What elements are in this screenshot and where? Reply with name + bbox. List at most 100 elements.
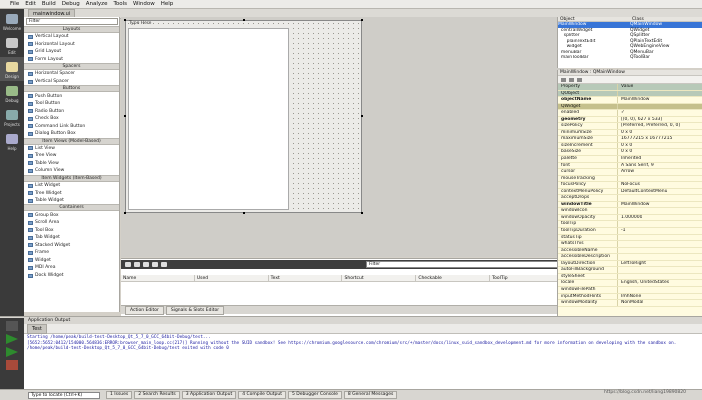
action-filter-input[interactable]: Filter (366, 261, 562, 268)
selection-handle[interactable] (124, 212, 126, 214)
property-value: 0 x 0 (621, 129, 633, 135)
mode-design[interactable]: Design (0, 57, 24, 81)
widget-category[interactable]: Item Widgets (Item-Based) (24, 174, 119, 182)
status-tab[interactable]: 2 Search Results (134, 391, 180, 399)
widget-item[interactable]: Grid Layout (24, 48, 119, 56)
property-value (618, 235, 621, 241)
debug-run-icon[interactable] (6, 347, 18, 357)
selection-handle[interactable] (361, 19, 363, 21)
selection-handle[interactable] (243, 19, 245, 21)
widget-category[interactable]: Item Views (Model-Based) (24, 137, 119, 145)
widget-item[interactable]: Push Button (24, 92, 119, 100)
widget-category[interactable]: Buttons (24, 85, 119, 93)
widget-item[interactable]: Group Box (24, 211, 119, 219)
widget-item[interactable]: Vertical Layout (24, 33, 119, 41)
widget-item[interactable]: Tool Button (24, 100, 119, 108)
widget-item[interactable]: Widget (24, 257, 119, 265)
widget-item[interactable]: Horizontal Spacer (24, 70, 119, 78)
delete-action-icon[interactable] (152, 262, 158, 267)
property-name: whatsThis (558, 241, 618, 247)
status-tab[interactable]: 1 Issues (106, 391, 133, 399)
widget-item[interactable]: List View (24, 145, 119, 153)
output-run-tab[interactable]: Test (27, 323, 47, 334)
mode-welcome[interactable]: Welcome (0, 9, 24, 33)
property-name: styleSheet (558, 273, 618, 280)
widget-category[interactable]: Containers (24, 204, 119, 212)
widget-item[interactable]: Table View (24, 160, 119, 168)
run-icon[interactable] (6, 334, 18, 344)
widget-item[interactable]: Dialog Button Box (24, 130, 119, 138)
menu-file[interactable]: File (10, 0, 19, 9)
property-row[interactable]: windowModality NonModal (558, 300, 702, 307)
central-widget-area[interactable] (128, 28, 289, 210)
mode-edit[interactable]: Edit (0, 33, 24, 57)
menu-edit[interactable]: Edit (25, 0, 36, 9)
widget-icon (28, 220, 33, 225)
widget-item[interactable]: Radio Button (24, 107, 119, 115)
status-tab[interactable]: 8 General Messages (343, 391, 398, 399)
widget-item[interactable]: Stacked Widget (24, 242, 119, 250)
mode-help[interactable]: Help (0, 129, 24, 153)
output-pane-label[interactable]: Application Output (28, 318, 70, 323)
widget-item-label: Dock Widget (35, 273, 64, 279)
widget-icon (28, 146, 33, 151)
selection-handle[interactable] (361, 115, 363, 117)
widget-item[interactable]: Vertical Spacer (24, 78, 119, 86)
widget-item[interactable]: Horizontal Layout (24, 41, 119, 49)
mode-projects[interactable]: Projects (0, 105, 24, 129)
menu-analyze[interactable]: Analyze (86, 0, 108, 9)
build-icon[interactable] (6, 360, 18, 370)
menu-help[interactable]: Help (161, 0, 174, 9)
widget-icon (28, 124, 33, 129)
menu-tools[interactable]: Tools (113, 0, 127, 9)
widget-item[interactable]: Check Box (24, 115, 119, 123)
widget-item[interactable]: Tree Widget (24, 189, 119, 197)
property-value: ImhNone (621, 293, 642, 299)
mode-debug[interactable]: Debug (0, 81, 24, 105)
widget-category[interactable]: Layouts (24, 26, 119, 33)
menu-type-here[interactable]: Type Here (129, 21, 151, 26)
widget-item[interactable]: List Widget (24, 182, 119, 190)
action-editor-tab[interactable]: Signals & Slots Editor (165, 305, 225, 315)
widget-item[interactable]: Column View (24, 167, 119, 175)
paste-action-icon[interactable] (143, 262, 149, 267)
widget-item[interactable]: Frame (24, 249, 119, 257)
widget-item[interactable]: Scroll Area (24, 219, 119, 227)
widget-icon (28, 235, 33, 240)
selection-handle[interactable] (361, 212, 363, 214)
add-property-icon[interactable] (569, 77, 574, 82)
selection-handle[interactable] (124, 115, 126, 117)
widget-item[interactable]: Command Link Button (24, 122, 119, 130)
selection-handle[interactable] (124, 19, 126, 21)
status-tab[interactable]: 5 Debugger Console (287, 391, 342, 399)
widget-item[interactable]: Tab Widget (24, 234, 119, 242)
widget-filter-input[interactable]: Filter (26, 18, 118, 25)
menu-window[interactable]: Window (133, 0, 155, 9)
locator-input[interactable]: Type to locate (Ctrl+K) (28, 391, 100, 399)
widget-item[interactable]: Form Layout (24, 56, 119, 64)
filter-icon[interactable] (561, 77, 566, 82)
widget-item[interactable]: Dock Widget (24, 272, 119, 280)
menu-debug[interactable]: Debug (62, 0, 80, 9)
mode-label: Design (5, 74, 19, 79)
widget-item[interactable]: MDI Area (24, 264, 119, 272)
property-name: windowOpacity (558, 214, 618, 221)
selection-handle[interactable] (243, 212, 245, 214)
widget-item[interactable]: Tool Box (24, 226, 119, 234)
widget-item-label: Tool Button (35, 101, 61, 107)
widget-icon (28, 109, 33, 114)
widget-category[interactable]: Spacers (24, 63, 119, 71)
new-action-icon[interactable] (125, 262, 131, 267)
action-editor-tab[interactable]: Action Editor (125, 305, 164, 315)
object-row[interactable]: mainToolBar QToolBar (558, 55, 702, 61)
configure-icon[interactable] (577, 77, 582, 82)
configure-icon[interactable] (161, 262, 167, 267)
menu-build[interactable]: Build (42, 0, 56, 9)
status-tab[interactable]: 4 Compile Output (238, 391, 286, 399)
device-icon[interactable] (6, 321, 18, 331)
widget-item[interactable]: Table Widget (24, 197, 119, 205)
copy-action-icon[interactable] (134, 262, 140, 267)
widget-item-label: Table View (35, 160, 59, 166)
status-tab[interactable]: 3 Application Output (181, 391, 237, 399)
widget-item[interactable]: Tree View (24, 152, 119, 160)
